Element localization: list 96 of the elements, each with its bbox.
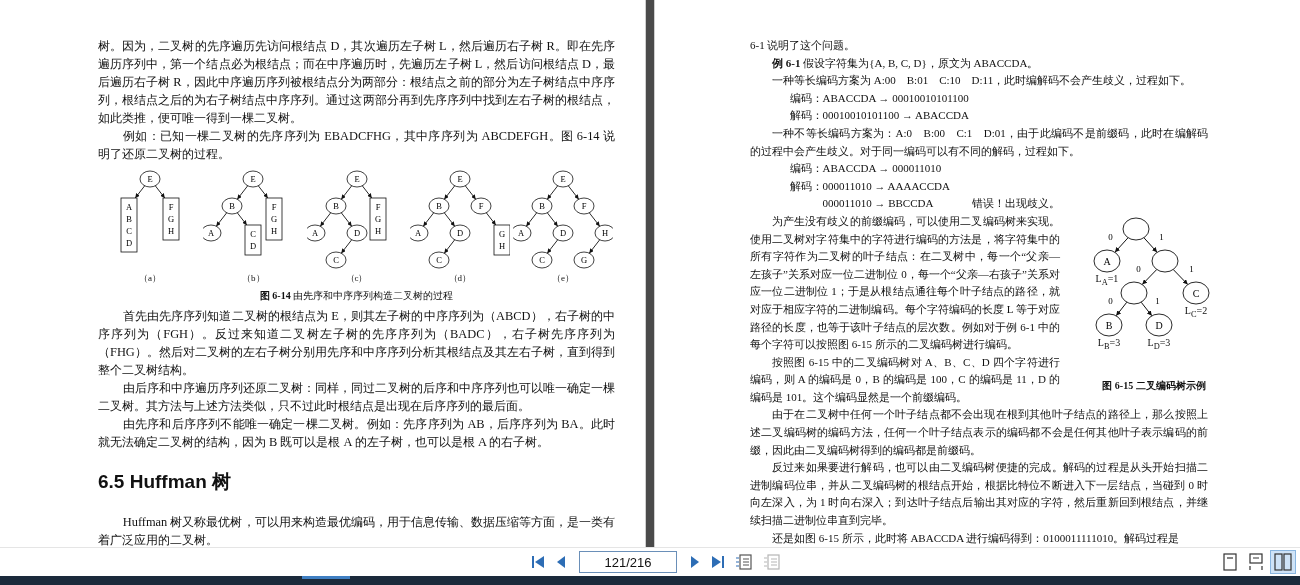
- tree-edge-arrow: [1172, 268, 1189, 285]
- list-icon: [735, 553, 753, 572]
- edge-label: 1: [1159, 231, 1164, 242]
- edge-label: 0: [1136, 263, 1141, 274]
- page-number-field[interactable]: 121/216: [579, 551, 677, 574]
- single-page-icon: [1222, 553, 1238, 572]
- previous-page-icon: [555, 554, 567, 571]
- subtree-box: G H: [493, 224, 510, 256]
- code-line: ABACCDA → 000011010: [822, 161, 942, 177]
- next-page-icon: [689, 554, 701, 571]
- subfigure-label: （b）: [242, 272, 265, 285]
- code-label: 编码：: [789, 161, 823, 177]
- tree-node: D: [449, 224, 471, 242]
- body-paragraph: 由先序和后序序列不能唯一确定一棵二叉树。例如：先序序列为 AB，后序序列为 BA。此时就无法确定二叉树的结构，因为 B 既可以是根 A 的左子树，也可以是根 A 的右子树。: [98, 416, 615, 451]
- body-paragraph: 例如：已知一棵二叉树的先序序列为 EBADCFHG，其中序序列为 ABCDEFGH。图 6-14 说明了还原二叉树的过程。: [98, 128, 615, 163]
- tree-node: B: [221, 197, 243, 215]
- tree-node: [1151, 249, 1179, 273]
- body-paragraph: 树。因为，二叉树的先序遍历先访问根结点 D，其次遍历左子树 L，然后遍历右子树 R。即在先序遍历序列中，第一个结点必为根结点；而在中序遍历时，先遍历左子树 L，然后访问根结点 D，最后遍历右子树 R，因此中序遍历序列被根结点分为两部分：根结点之前的部分为左子树结点中序序列，根结点之后的为右子树结点中序序列。通过这两部分再到先序序列中找到左右子树的根结点，如此类推，便可唯一得到一棵二叉树。: [98, 38, 615, 127]
- error-note: 错误！出现歧义。: [971, 196, 1060, 212]
- two-page-icon: [1274, 553, 1292, 572]
- path-length-label: L$_{A}$=1: [1094, 272, 1120, 287]
- tree-edge-arrow: [1143, 237, 1158, 253]
- subfigure-label: （e）: [552, 272, 574, 285]
- tree-node: E: [552, 170, 574, 188]
- tree-node: E: [242, 170, 264, 188]
- first-page-icon: [531, 554, 545, 571]
- tree-node: F: [573, 197, 595, 215]
- tree-edge-arrow: [1115, 301, 1128, 317]
- body-paragraph: 为产生没有歧义的前缀编码，可以使用二叉编码树来实现。使用二叉树对字符集中的字符进行编码的方法是，将字符集中的所有字符作为二叉树的叶子结点：在二叉树中，每一个“父亲—左孩子”关系对应一位二进制位 0，每一个“父亲—右孩子”关系对应一位二进制位 1；于是从根结点通往每个叶子结点的路径，就对应于相应字符的二进制编码。每个字符编码的长度 L 等于对应路径的长度，也等于该叶子结点的层次数。例如对于例 6-1 中的每个字符可以按照图 6-15 所示的二叉编码树进行编码。: [750, 213, 1060, 353]
- body-paragraph: 反过来如果要进行解码，也可以由二叉编码树便捷的完成。解码的过程是从头开始扫描二进制编码位串，并从二叉编码树的根结点开始，根据比特位不断进入下一层结点，当碰到 0 时向左深入，为 1 时向右深入；到达叶子结点后输出其对应的字符，然后重新回到根结点，并继续扫描二进制位串直到完毕。: [750, 460, 1208, 529]
- continuous-page-icon: [1248, 553, 1264, 572]
- subtree-box: F G H: [265, 197, 283, 241]
- body-paragraph: 6-1 说明了这个问题。: [750, 38, 857, 53]
- tree-node: D: [346, 224, 367, 242]
- code-label: 解码：: [789, 178, 823, 194]
- path-length-label: L$_{D}$=3: [1146, 336, 1172, 351]
- tree-node: A: [409, 224, 429, 242]
- tree-node: H: [594, 224, 613, 242]
- tree-node: [1122, 217, 1150, 241]
- section-heading: 6.5 Huffman 树: [98, 470, 233, 494]
- code-label: 编码：: [789, 90, 823, 106]
- path-length-label: L$_{B}$=3: [1096, 336, 1122, 351]
- tree-node: D: [552, 224, 574, 242]
- code-label: 解码：: [789, 108, 823, 124]
- code-line: 00010010101100 → ABACCDA: [822, 108, 969, 124]
- subtree-box: F G H: [162, 197, 180, 241]
- tree-edge-arrow: [1141, 268, 1158, 285]
- figure-caption: 图 6-14 由先序和中序序列构造二叉树的过程: [259, 289, 454, 303]
- tree-node: A: [513, 224, 532, 242]
- edge-label: 1: [1189, 263, 1194, 274]
- code-line: 000011010 → AAAACCDA: [822, 178, 950, 194]
- tree-node: C: [1182, 281, 1210, 305]
- tree-node: B: [428, 197, 450, 215]
- body-paragraph: 例 6-1 假设字符集为{A, B, C, D}，原文为 ABACCDA。: [771, 55, 1040, 71]
- body-paragraph: 由于在二叉树中任何一个叶子结点都不会出现在根到其他叶子结点的路径上，那么按照上述二叉编码树的编码方法，任何一个叶子结点表示的编码都不会是任何其他叶子表示编码的前缀，因此由二叉编码树得到的编码都是前缀码。: [750, 407, 1208, 458]
- edge-label: 0: [1108, 231, 1113, 242]
- last-page-icon: [711, 554, 725, 571]
- tree-node: E: [449, 170, 471, 188]
- tree-edge-arrow: [1140, 301, 1153, 317]
- tree-node: C: [325, 251, 346, 269]
- subtree-box: A B C D: [120, 197, 138, 253]
- figure-caption: 图 6-15 二叉编码树示例: [1102, 378, 1206, 393]
- subtree-box: C D: [244, 224, 262, 256]
- subfigure-label: （a）: [139, 272, 161, 285]
- body-paragraph: 首先由先序序列知道二叉树的根结点为 E，则其左子树的中序序列为（ABCD），右子树的中序序列为（FGH）。反过来知道二叉树左子树的先序序列为（BADC），右子树先序序列为（FHG）。然后对二叉树的左右子树分别用先序和中序序列分析其根结点及其左右子树，直到得到整个二叉树结构。: [98, 308, 615, 379]
- tree-node: D: [1145, 313, 1173, 337]
- tree-node: B: [325, 197, 346, 215]
- tree-node: A: [203, 224, 222, 242]
- tree-node: A: [306, 224, 325, 242]
- list-icon: [763, 553, 781, 572]
- body-paragraph: 由后序和中序遍历序列还原二叉树：同样，同过二叉树的后序和中序序列也可以唯一确定一棵二叉树。其方法与上述方法类似，只不过此时根结点是出现在后序序列的最后面。: [98, 380, 615, 415]
- body-paragraph: 还是如图 6-15 所示，此时将 ABACCDA 进行编码得到：0100011111010。解码过程是: [771, 530, 1181, 546]
- code-line: ABACCDA → 00010010101100: [822, 90, 969, 106]
- view-mode-button[interactable]: [1270, 550, 1296, 575]
- tree-node: B: [1095, 313, 1123, 337]
- code-line: 000011010 → BBCCDA: [822, 196, 934, 212]
- tree-node: C: [428, 251, 450, 269]
- path-length-label: L$_{C}$=2: [1183, 304, 1209, 319]
- tree-node: E: [139, 170, 161, 188]
- tree-edge-arrow: [1114, 237, 1129, 253]
- tree-node: E: [346, 170, 367, 188]
- edge-label: 0: [1108, 295, 1113, 306]
- subfigure-label: （c）: [345, 272, 368, 285]
- body-paragraph: 一种等长编码方案为 A:00 B:01 C:10 D:11，此时编解码不会产生歧义，过程如下。: [771, 73, 1193, 89]
- subfigure-label: （d）: [448, 272, 471, 285]
- tree-node: A: [1093, 249, 1121, 273]
- tree-node: C: [531, 251, 553, 269]
- tree-node: F: [470, 197, 492, 215]
- edge-label: 1: [1155, 295, 1160, 306]
- tree-node: B: [531, 197, 553, 215]
- body-paragraph: 按照图 6-15 中的二叉编码树对 A、B、C、D 四个字符进行编码，则 A 的编码是 0，B 的编码是 100，C 的编码是 11，D 的编码是 101。这个编码显然是一个前缀编码。: [750, 354, 1060, 405]
- body-paragraph: Huffman 树又称最优树，可以用来构造最优编码，用于信息传输、数据压缩等方面，是一类有着广泛应用的二叉树。: [98, 514, 615, 548]
- subtree-box: F G H: [369, 197, 386, 241]
- tree-node: G: [573, 251, 595, 269]
- tree-node: [1120, 281, 1148, 305]
- body-paragraph: 一种不等长编码方案为：A:0 B:00 C:1 D:01，由于此编码不是前缀码，此时在编解码的过程中会产生歧义。对于同一编码可以有不同的解码，过程如下。: [750, 125, 1208, 159]
